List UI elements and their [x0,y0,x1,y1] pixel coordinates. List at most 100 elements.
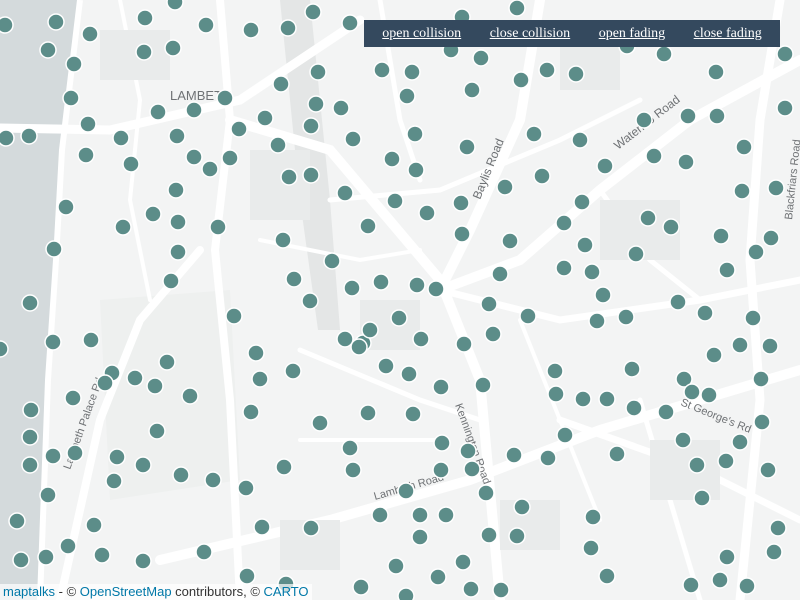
map-marker[interactable] [596,157,614,175]
map-marker[interactable] [0,16,14,34]
map-marker[interactable] [221,149,239,167]
map-marker[interactable] [64,389,82,407]
map-marker[interactable] [752,370,770,388]
map-marker[interactable] [0,129,15,147]
map-marker[interactable] [598,390,616,408]
map-marker[interactable] [582,539,600,557]
map-marker[interactable] [547,385,565,403]
map-marker[interactable] [341,14,359,32]
map-marker[interactable] [571,131,589,149]
map-marker[interactable] [477,484,495,502]
map-marker[interactable] [169,213,187,231]
map-marker[interactable] [584,508,602,526]
map-marker[interactable] [0,340,9,358]
map-marker[interactable] [708,107,726,125]
map-marker[interactable] [412,330,430,348]
map-marker[interactable] [284,362,302,380]
map-marker[interactable] [480,526,498,544]
map-marker[interactable] [197,16,215,34]
map-marker[interactable] [386,192,404,210]
map-marker[interactable] [112,129,130,147]
map-view[interactable]: LAMBETH Baylis Road Waterloo Road Lambet… [0,0,800,600]
map-marker[interactable] [538,61,556,79]
map-marker[interactable] [237,479,255,497]
map-marker[interactable] [377,357,395,375]
map-marker[interactable] [635,111,653,129]
map-marker[interactable] [735,138,753,156]
map-marker[interactable] [167,181,185,199]
map-marker[interactable] [82,331,100,349]
map-marker[interactable] [304,3,322,21]
map-marker[interactable] [307,95,325,113]
map-marker[interactable] [705,346,723,364]
map-marker[interactable] [242,21,260,39]
map-marker[interactable] [432,461,450,479]
map-marker[interactable] [158,353,176,371]
map-marker[interactable] [148,422,166,440]
map-marker[interactable] [361,321,379,339]
map-marker[interactable] [126,369,144,387]
close-collision-link[interactable]: close collision [490,26,571,42]
map-marker[interactable] [657,403,675,421]
map-marker[interactable] [96,374,114,392]
map-marker[interactable] [238,567,256,585]
map-marker[interactable] [759,461,777,479]
map-marker[interactable] [12,551,30,569]
map-marker[interactable] [519,307,537,325]
map-marker[interactable] [594,286,612,304]
map-marker[interactable] [336,184,354,202]
map-marker[interactable] [309,63,327,81]
map-marker[interactable] [776,99,794,117]
map-marker[interactable] [302,117,320,135]
map-marker[interactable] [762,229,780,247]
map-marker[interactable] [44,333,62,351]
map-marker[interactable] [437,506,455,524]
map-marker[interactable] [144,205,162,223]
map-marker[interactable] [93,546,111,564]
map-marker[interactable] [767,179,785,197]
map-marker[interactable] [717,452,735,470]
map-marker[interactable] [765,543,783,561]
map-marker[interactable] [371,506,389,524]
map-marker[interactable] [216,89,234,107]
map-marker[interactable] [256,109,274,127]
map-marker[interactable] [181,387,199,405]
map-marker[interactable] [66,444,84,462]
map-marker[interactable] [747,243,765,261]
map-marker[interactable] [688,456,706,474]
map-marker[interactable] [383,150,401,168]
map-marker[interactable] [427,280,445,298]
map-marker[interactable] [253,518,271,536]
map-marker[interactable] [169,243,187,261]
map-marker[interactable] [172,466,190,484]
map-marker[interactable] [279,19,297,37]
map-marker[interactable] [344,461,362,479]
map-marker[interactable] [134,456,152,474]
map-marker[interactable] [608,445,626,463]
map-marker[interactable] [769,519,787,537]
map-marker[interactable] [390,309,408,327]
map-marker[interactable] [359,404,377,422]
map-marker[interactable] [85,516,103,534]
map-marker[interactable] [59,537,77,555]
map-marker[interactable] [484,325,502,343]
map-marker[interactable] [105,472,123,490]
map-marker[interactable] [272,75,290,93]
maptalks-link[interactable]: maptalks [3,584,55,599]
map-marker[interactable] [744,309,762,327]
carto-link[interactable]: CARTO [264,584,309,599]
map-marker[interactable] [134,552,152,570]
map-marker[interactable] [627,245,645,263]
map-marker[interactable] [712,227,730,245]
map-marker[interactable] [201,160,219,178]
map-marker[interactable] [247,344,265,362]
map-marker[interactable] [574,390,592,408]
map-marker[interactable] [662,218,680,236]
map-marker[interactable] [352,578,370,596]
map-marker[interactable] [776,45,794,63]
map-marker[interactable] [707,63,725,81]
map-marker[interactable] [79,115,97,133]
map-marker[interactable] [81,25,99,43]
map-marker[interactable] [274,231,292,249]
map-marker[interactable] [573,193,591,211]
